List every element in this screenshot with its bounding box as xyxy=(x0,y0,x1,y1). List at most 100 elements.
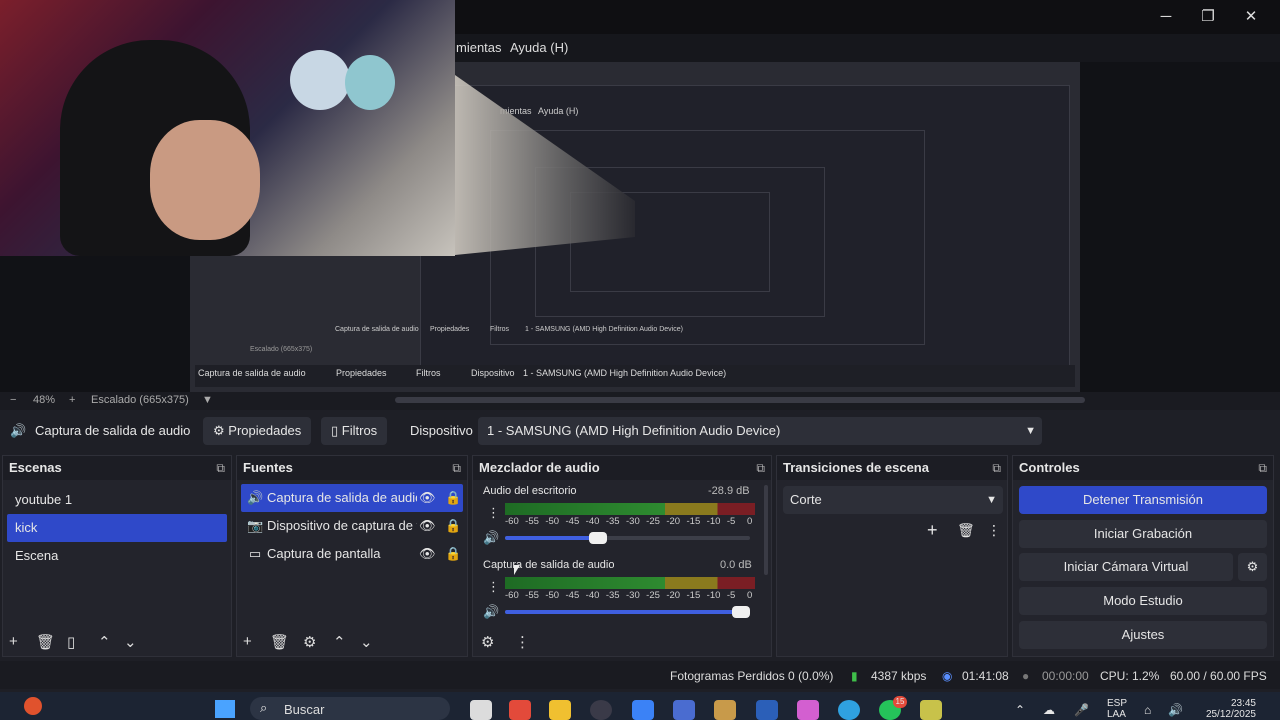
chevron-down-icon: ▼ xyxy=(1025,425,1036,437)
speaker-icon[interactable]: 🔊 xyxy=(483,530,499,546)
lock-icon[interactable]: 🔒 xyxy=(445,540,461,568)
menu-tools[interactable]: mientas xyxy=(456,40,502,55)
store-icon[interactable] xyxy=(632,700,654,720)
scene-item[interactable]: youtube 1 xyxy=(7,486,227,514)
eye-icon[interactable]: 👁 xyxy=(419,512,436,540)
properties-button[interactable]: ⚙ Propiedades xyxy=(203,417,312,445)
volume-slider-fill xyxy=(505,536,599,540)
source-item[interactable]: ▭ Captura de pantalla 👁 🔒 xyxy=(241,540,463,568)
file-explorer-icon[interactable] xyxy=(549,700,571,720)
transitions-title: Transiciones de escena xyxy=(783,460,929,475)
menu-help[interactable]: Ayuda (H) xyxy=(510,40,568,55)
move-up-icon[interactable]: ⌃ xyxy=(333,633,346,651)
volume-slider-knob[interactable] xyxy=(589,532,608,544)
transition-select[interactable]: Corte ▼ xyxy=(783,486,1003,514)
undock-icon[interactable]: ⧉ xyxy=(452,456,461,480)
vpn-icon[interactable] xyxy=(673,700,695,720)
device-select[interactable]: 1 - SAMSUNG (AMD High Definition Audio D… xyxy=(478,417,1042,445)
start-virtual-camera-button[interactable]: Iniciar Cámara Virtual xyxy=(1019,553,1233,581)
volume-slider[interactable] xyxy=(505,606,750,618)
source-item-selected[interactable]: 🔊 Captura de salida de audic 👁 🔒 xyxy=(241,484,463,512)
eye-icon[interactable]: 👁 xyxy=(419,484,436,512)
transition-value: Corte xyxy=(790,492,822,507)
undock-icon[interactable]: ⧉ xyxy=(216,456,225,480)
scene-item[interactable]: Escena xyxy=(7,542,227,570)
meter-tick-label: -10 xyxy=(706,516,721,527)
channel-menu-icon[interactable]: ⋮ xyxy=(487,505,500,521)
gear-icon[interactable]: ⚙ xyxy=(303,633,316,651)
volume-icon[interactable]: 🔊 xyxy=(1168,703,1183,717)
trash-icon[interactable]: 🗑 xyxy=(36,633,55,651)
face xyxy=(150,120,260,240)
game-icon[interactable] xyxy=(714,700,736,720)
filters-button[interactable]: ▯ Filtros xyxy=(321,417,388,445)
zoom-out-button[interactable]: − xyxy=(10,394,16,406)
copilot-icon[interactable] xyxy=(797,700,819,720)
volume-meter xyxy=(505,577,755,589)
clock[interactable]: 23:45 25/12/2025 xyxy=(1196,698,1256,720)
stream-time: 01:41:08 xyxy=(962,669,1009,683)
taskbar-search[interactable]: ⌕ Buscar xyxy=(250,697,450,720)
add-icon[interactable]: + xyxy=(9,633,18,650)
eye-icon[interactable]: 👁 xyxy=(419,540,436,568)
undock-icon[interactable]: ⧉ xyxy=(756,456,765,480)
lock-icon[interactable]: 🔒 xyxy=(445,484,461,512)
controls-title: Controles xyxy=(1019,460,1080,475)
move-down-icon[interactable]: ⌄ xyxy=(124,633,137,651)
zoom-level: 48% xyxy=(33,394,56,406)
source-item[interactable]: 📷 Dispositivo de captura de v 👁 🔒 xyxy=(241,512,463,540)
nested-properties-label: Propiedades xyxy=(336,368,387,378)
maximize-button[interactable]: ❐ xyxy=(1194,6,1222,28)
zoom-in-button[interactable]: + xyxy=(69,394,75,406)
more-options-icon[interactable]: ⋮ xyxy=(515,633,530,651)
lock-icon[interactable]: 🔒 xyxy=(445,512,461,540)
volume-slider[interactable] xyxy=(505,532,750,544)
stop-stream-button[interactable]: Detener Transmisión xyxy=(1019,486,1267,514)
date: 25/12/2025 xyxy=(1205,709,1256,720)
minimize-button[interactable]: ─ xyxy=(1152,6,1180,28)
more-options-icon[interactable]: ⋮ xyxy=(987,522,1001,539)
zoom-bar: − 48% + Escalado (665x375) ▼ xyxy=(0,392,1280,410)
trash-icon[interactable]: 🗑 xyxy=(270,633,289,651)
start-recording-button[interactable]: Iniciar Grabación xyxy=(1019,520,1267,548)
mixer-scrollbar[interactable] xyxy=(764,485,768,575)
move-down-icon[interactable]: ⌄ xyxy=(360,633,373,651)
virtual-camera-settings-button[interactable]: ⚙ xyxy=(1238,553,1267,581)
close-button[interactable]: ✕ xyxy=(1237,6,1265,28)
studio-mode-button[interactable]: Modo Estudio xyxy=(1019,587,1267,615)
settings-button[interactable]: Ajustes xyxy=(1019,621,1267,649)
channel-name: Audio del escritorio xyxy=(483,485,577,497)
scaling-dropdown-icon[interactable]: ▼ xyxy=(202,394,213,406)
microphone-icon[interactable]: 🎤 xyxy=(1074,703,1089,717)
trash-icon[interactable]: 🗑 xyxy=(957,522,975,539)
undock-icon[interactable]: ⧉ xyxy=(992,456,1001,480)
task-view-icon[interactable] xyxy=(470,700,492,720)
stream-icon: ◉ xyxy=(942,669,953,683)
add-icon[interactable]: + xyxy=(927,520,938,541)
obs-icon[interactable] xyxy=(590,700,612,720)
word-icon[interactable] xyxy=(756,700,778,720)
volume-slider-knob[interactable] xyxy=(732,606,750,618)
move-up-icon[interactable]: ⌃ xyxy=(98,633,111,651)
app-icon[interactable] xyxy=(920,700,942,720)
undock-icon[interactable]: ⧉ xyxy=(1258,456,1267,480)
language-indicator[interactable]: ESP LAA xyxy=(1107,698,1127,720)
preview-scrollbar[interactable] xyxy=(395,397,1085,403)
filter-icon[interactable]: ▯ xyxy=(67,633,75,651)
network-icon[interactable]: ☁ xyxy=(1043,703,1055,717)
advanced-audio-icon[interactable]: ⚙ xyxy=(481,633,494,651)
meter-tick-label: -5 xyxy=(726,516,736,527)
channel-menu-icon[interactable]: ⋮ xyxy=(487,579,500,595)
chevron-up-icon[interactable]: ⌃ xyxy=(1015,703,1025,717)
webcam-feed xyxy=(0,0,455,256)
scene-item-selected[interactable]: kick xyxy=(7,514,227,542)
edge-icon[interactable] xyxy=(838,700,860,720)
speaker-icon[interactable]: 🔊 xyxy=(483,604,499,620)
notification-icon[interactable] xyxy=(24,697,42,715)
volume-slider-fill xyxy=(505,610,750,614)
add-icon[interactable]: + xyxy=(243,633,252,650)
nested-filters-label: Filtros xyxy=(416,368,441,378)
wifi-icon[interactable]: ⌂ xyxy=(1144,703,1151,717)
chrome-icon[interactable] xyxy=(509,700,531,720)
windows-start-icon[interactable] xyxy=(215,700,235,718)
